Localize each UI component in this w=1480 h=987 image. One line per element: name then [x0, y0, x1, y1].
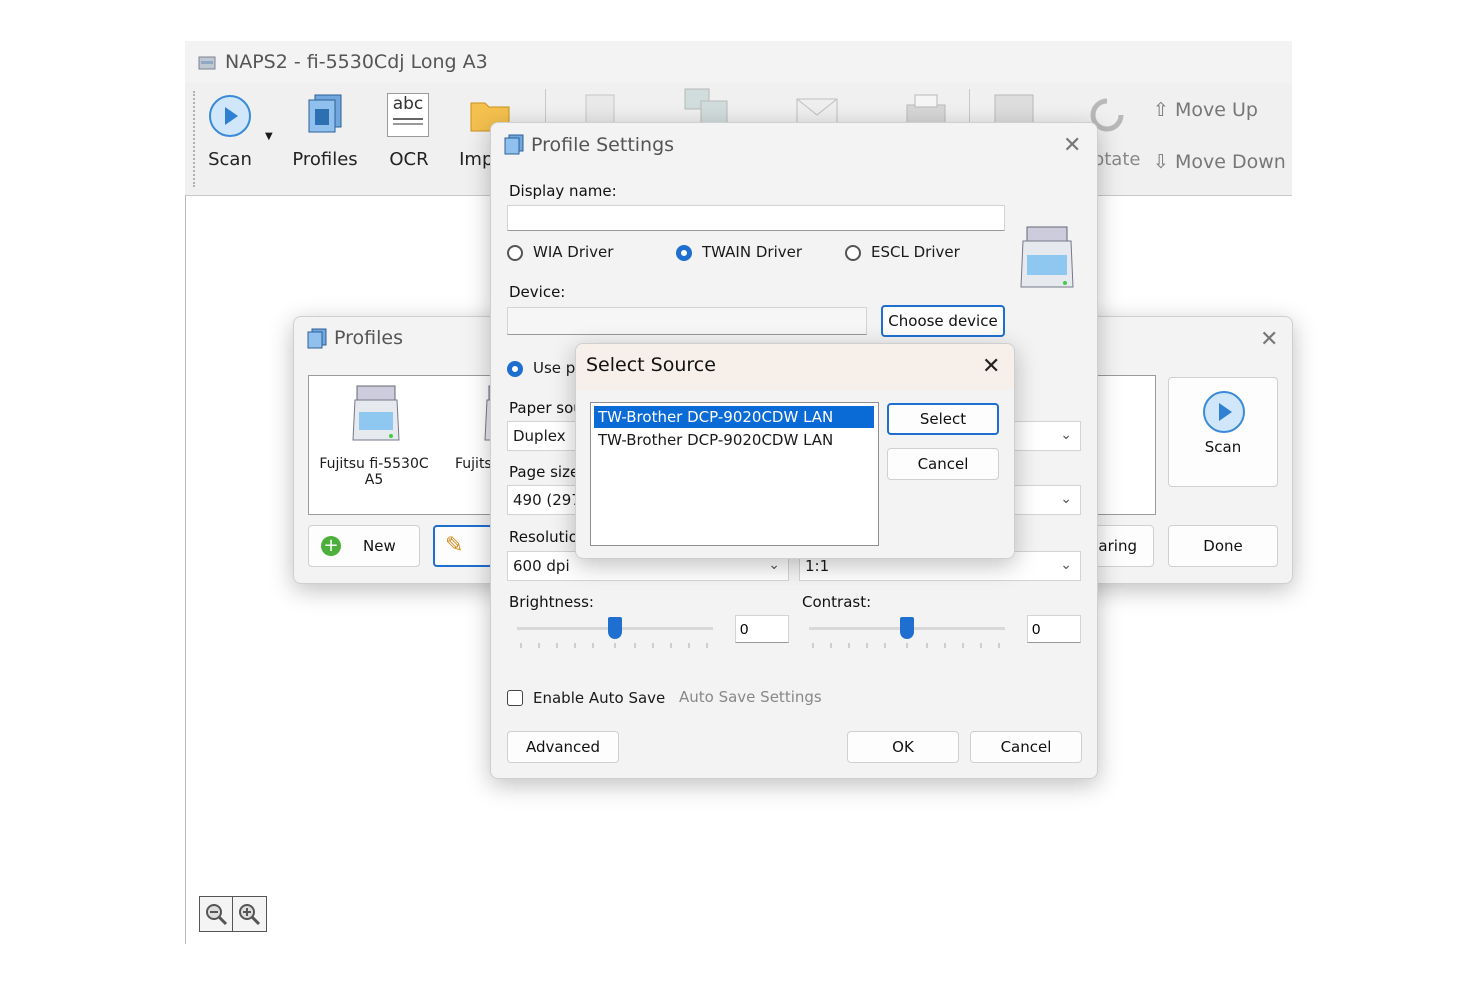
- profiles-icon: [308, 94, 342, 133]
- page-size-label: Page size:: [509, 463, 577, 481]
- profiles-button[interactable]: Profiles: [289, 91, 361, 181]
- profile-settings-title: Profile Settings: [531, 134, 675, 156]
- scan-play-icon: [1203, 391, 1245, 433]
- cancel-button[interactable]: Cancel: [970, 731, 1082, 763]
- profile-item[interactable]: Fujitsu: [455, 380, 495, 504]
- paper-source-label: Paper source:: [509, 399, 577, 417]
- slider-thumb[interactable]: [608, 617, 622, 639]
- radio-selected-icon: [676, 245, 692, 261]
- profiles-dialog-title: Profiles: [334, 327, 403, 349]
- new-profile-button[interactable]: + New: [308, 525, 420, 567]
- move-down-button[interactable]: ⇩ Move Down: [1153, 151, 1286, 173]
- ocr-button[interactable]: abc OCR: [381, 91, 437, 181]
- zoom-controls: [199, 896, 267, 932]
- radio-icon: [507, 245, 523, 261]
- profiles-scan-button[interactable]: Scan: [1168, 377, 1278, 487]
- title-bar: NAPS2 - fi-5530Cdj Long A3: [185, 41, 1292, 83]
- done-button[interactable]: Done: [1168, 525, 1278, 567]
- zoom-in-icon[interactable]: [237, 902, 261, 926]
- chevron-down-icon: ⌄: [1060, 557, 1072, 573]
- move-up-button[interactable]: ⇧ Move Up: [1153, 99, 1258, 121]
- ocr-abc-icon: abc: [387, 93, 429, 137]
- close-icon[interactable]: ✕: [1260, 329, 1278, 351]
- source-cancel-button[interactable]: Cancel: [887, 448, 999, 480]
- app-scanner-icon: [198, 56, 216, 70]
- escl-driver-radio[interactable]: ESCL Driver: [845, 243, 985, 263]
- source-item[interactable]: TW-Brother DCP-9020CDW LAN: [594, 429, 874, 451]
- source-item[interactable]: TW-Brother DCP-9020CDW LAN: [594, 406, 874, 428]
- select-source-dialog: Select Source ✕ TW-Brother DCP-9020CDW L…: [575, 343, 1015, 559]
- slider-thumb[interactable]: [900, 617, 914, 639]
- source-list[interactable]: TW-Brother DCP-9020CDW LAN TW-Brother DC…: [590, 402, 879, 546]
- close-icon[interactable]: ✕: [982, 356, 1000, 378]
- pencil-icon: ✎: [445, 533, 464, 558]
- profiles-dialog-icon: [307, 328, 327, 349]
- contrast-input[interactable]: [1027, 615, 1081, 643]
- wia-driver-radio[interactable]: WIA Driver: [507, 243, 647, 263]
- brightness-input[interactable]: [735, 615, 789, 643]
- checkbox-icon: [507, 690, 523, 706]
- twain-driver-radio[interactable]: TWAIN Driver: [676, 243, 826, 263]
- auto-save-settings-link[interactable]: Auto Save Settings: [679, 688, 822, 706]
- choose-device-button[interactable]: Choose device: [881, 305, 1005, 337]
- chevron-down-icon: ⌄: [768, 557, 780, 573]
- scan-button[interactable]: Scan: [203, 91, 257, 181]
- contrast-label: Contrast:: [802, 593, 872, 611]
- display-name-input[interactable]: [507, 205, 1005, 231]
- profile-settings-icon: [504, 134, 524, 155]
- image-icon[interactable]: [683, 87, 731, 127]
- scan-play-icon: [209, 95, 251, 137]
- window-title: NAPS2 - fi-5530Cdj Long A3: [225, 51, 488, 73]
- zoom-out-icon[interactable]: [204, 902, 228, 926]
- chevron-down-icon: ⌄: [1060, 427, 1072, 443]
- select-source-title: Select Source: [586, 354, 716, 376]
- toolbar-grip[interactable]: [193, 91, 197, 187]
- profile-item[interactable]: Fujitsu fi-5530C A5: [315, 380, 433, 504]
- use-predefined-radio[interactable]: Use predefined settings: [507, 359, 577, 379]
- brightness-slider[interactable]: [517, 617, 713, 648]
- edit-profile-button[interactable]: ✎: [433, 525, 493, 567]
- ok-button[interactable]: OK: [847, 731, 959, 763]
- device-label: Device:: [509, 283, 566, 301]
- scanner-device-icon: [1020, 226, 1074, 288]
- scanner-icon: [352, 385, 400, 441]
- arrow-down-icon: ⇩: [1153, 151, 1169, 173]
- radio-icon: [845, 245, 861, 261]
- slider-ticks: [520, 643, 708, 648]
- select-button[interactable]: Select: [887, 403, 999, 435]
- display-name-label: Display name:: [509, 182, 617, 200]
- brightness-label: Brightness:: [509, 593, 594, 611]
- chevron-down-icon: ⌄: [1060, 491, 1072, 507]
- arrow-up-icon: ⇧: [1153, 99, 1169, 121]
- auto-save-checkbox[interactable]: Enable Auto Save: [507, 689, 667, 709]
- radio-selected-icon: [507, 361, 523, 377]
- advanced-button[interactable]: Advanced: [507, 731, 619, 763]
- close-icon[interactable]: ✕: [1063, 135, 1081, 157]
- scan-dropdown-arrow-icon[interactable]: ▼: [265, 131, 273, 142]
- add-icon: +: [321, 536, 341, 556]
- resolution-label: Resolution:: [509, 528, 577, 546]
- device-input[interactable]: [507, 307, 867, 335]
- contrast-slider[interactable]: [809, 617, 1005, 648]
- slider-ticks: [812, 643, 1000, 648]
